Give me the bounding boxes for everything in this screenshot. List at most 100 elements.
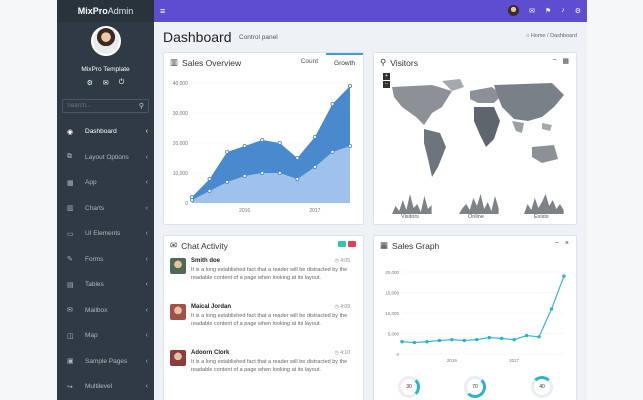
data-point [475, 337, 479, 342]
sidebar-item-charts[interactable]: ▥ Charts ‹ [57, 196, 154, 222]
chat-time-value: 4:09 [340, 304, 350, 310]
data-point [277, 171, 282, 176]
topbar-avatar[interactable] [508, 5, 520, 16]
data-point [450, 337, 454, 342]
data-point [225, 150, 230, 155]
y-tick-label: 15,000 [385, 291, 399, 296]
dashboard-window: MixProAdmin MixPro Template ⚙ ✉ ⏻ ⚲ ◉ Das… [57, 0, 587, 400]
table-icon: ▤ [67, 281, 74, 289]
pages-icon: ▣ [67, 358, 74, 366]
tab-count[interactable]: Count [293, 53, 326, 71]
flag-icon[interactable]: ⚑ [545, 7, 551, 15]
chat-close-button[interactable] [348, 241, 356, 247]
y-tick-label: 5,000 [388, 332, 400, 337]
main-content: Dashboard Control panel ⌂ Home / Dashboa… [154, 22, 587, 400]
user-avatar[interactable] [90, 26, 121, 56]
chat-author[interactable]: Smith doe [191, 258, 350, 264]
sidebar-item-mailbox[interactable]: ✉ Mailbox ‹ [57, 298, 154, 324]
data-point [207, 189, 212, 194]
comments-icon: ✉ [170, 240, 178, 250]
sidebar-item-app[interactable]: ▦ App ‹ [57, 170, 154, 196]
sidebar-item-tables[interactable]: ▤ Tables ‹ [57, 272, 154, 298]
search-input[interactable] [67, 103, 127, 109]
chat-text: It is a long established fact that a rea… [191, 359, 348, 373]
sidebar-item-label: App [85, 179, 97, 187]
data-point [549, 307, 554, 311]
y-tick-label: 40,000 [173, 81, 189, 87]
calendar-icon[interactable]: ▦ [562, 57, 569, 65]
data-point [277, 141, 282, 146]
gear-icon[interactable]: ⚙ [575, 7, 581, 15]
card-title: Sales Overview [182, 57, 242, 68]
world-map[interactable] [382, 77, 572, 187]
data-point [242, 174, 247, 179]
sparkline-label: Visitors [401, 214, 419, 220]
edit-icon: ✎ [67, 256, 73, 264]
chat-time-value: 4:05 [340, 258, 350, 264]
search-icon[interactable]: ⚲ [139, 102, 144, 110]
chat-time-value: 4:10 [340, 350, 350, 356]
breadcrumb: ⌂ Home / Dashboard [525, 33, 577, 39]
data-point [412, 340, 417, 345]
sidebar-item-multilevel[interactable]: ↪ Multilevel ‹ [57, 374, 154, 400]
visitors-card: ⚲ Visitors − ▦ + − Visitors Online Exists [373, 52, 577, 225]
mail-icon: ✉ [67, 307, 73, 315]
chevron-left-icon: ‹ [145, 281, 148, 289]
grid-icon: ▦ [380, 240, 389, 250]
page-margin-left [0, 0, 57, 400]
series-line [401, 275, 565, 344]
breadcrumb-home[interactable]: Home [531, 33, 546, 39]
sidebar-item-sample-pages[interactable]: ▣ Sample Pages ‹ [57, 349, 154, 375]
data-point [524, 333, 529, 338]
sidebar-item-ui-elements[interactable]: ▭ UI Elements ‹ [57, 221, 154, 247]
card-title: Sales Graph [392, 240, 440, 251]
data-point [260, 138, 265, 143]
x-tick-label: 2017 [309, 208, 320, 214]
mail-icon[interactable]: ✉ [103, 79, 109, 87]
page-subtitle: Control panel [239, 34, 278, 41]
settings-icon[interactable]: ⚙ [87, 79, 93, 87]
sidebar-item-layout-options[interactable]: ⧉ Layout Options ‹ [57, 145, 154, 171]
card-title: Visitors [390, 57, 418, 68]
chat-author[interactable]: Adoorn Clork [191, 350, 350, 356]
bar-chart-icon: ▥ [67, 205, 74, 213]
minimize-icon[interactable]: − [555, 240, 559, 247]
card-title: Chat Activity [181, 240, 228, 251]
y-tick-label: 20,000 [385, 270, 399, 275]
sparkline-label: Online [468, 214, 484, 220]
y-tick-label: 10,000 [173, 171, 189, 177]
progress-ring: 30 [398, 376, 420, 398]
sidebar-item-map[interactable]: ◫ Map ‹ [57, 323, 154, 349]
chat-author[interactable]: Maical Jordan [191, 304, 350, 310]
avatar[interactable] [170, 258, 186, 274]
data-point [295, 156, 300, 161]
monitor-icon: ▭ [67, 230, 74, 238]
sidebar-item-forms[interactable]: ✎ Forms ‹ [57, 247, 154, 273]
chat-toggle-button[interactable] [338, 241, 346, 247]
data-point [330, 101, 335, 106]
sidebar-item-dashboard[interactable]: ◉ Dashboard ‹ [57, 119, 154, 145]
envelope-icon[interactable]: ✉ [529, 7, 535, 15]
sidebar-item-label: Tables [85, 281, 104, 289]
close-icon[interactable]: × [565, 240, 569, 247]
data-point [312, 165, 317, 170]
brand-logo[interactable]: MixProAdmin [57, 0, 154, 22]
avatar[interactable] [170, 304, 186, 320]
chevron-left-icon: ‹ [145, 383, 148, 391]
bell-icon[interactable]: ♪ [561, 7, 565, 14]
chat-time: ◷ 4:05 [334, 258, 351, 264]
sparkline [459, 194, 499, 214]
power-icon[interactable]: ⏻ [119, 79, 125, 87]
chat-message: Adoorn Clork ◷ 4:10 It is a long establi… [170, 350, 350, 374]
avatar[interactable] [170, 350, 186, 366]
sidebar-item-label: Charts [85, 204, 105, 212]
layout-icon: ⧉ [67, 153, 72, 161]
tab-growth[interactable]: Growth [326, 53, 363, 71]
sales-area-chart: 40,000 30,000 20,000 10,000 0 2016 2017 [173, 81, 352, 214]
data-point [537, 335, 541, 339]
chat-message: Smith doe ◷ 4:05 It is a long establishe… [170, 258, 350, 282]
hamburger-icon[interactable]: ≡ [160, 6, 165, 16]
sidebar: MixProAdmin MixPro Template ⚙ ✉ ⏻ ⚲ ◉ Das… [57, 0, 154, 400]
chevron-left-icon: ‹ [145, 255, 148, 263]
minimize-icon[interactable]: − [552, 57, 556, 65]
